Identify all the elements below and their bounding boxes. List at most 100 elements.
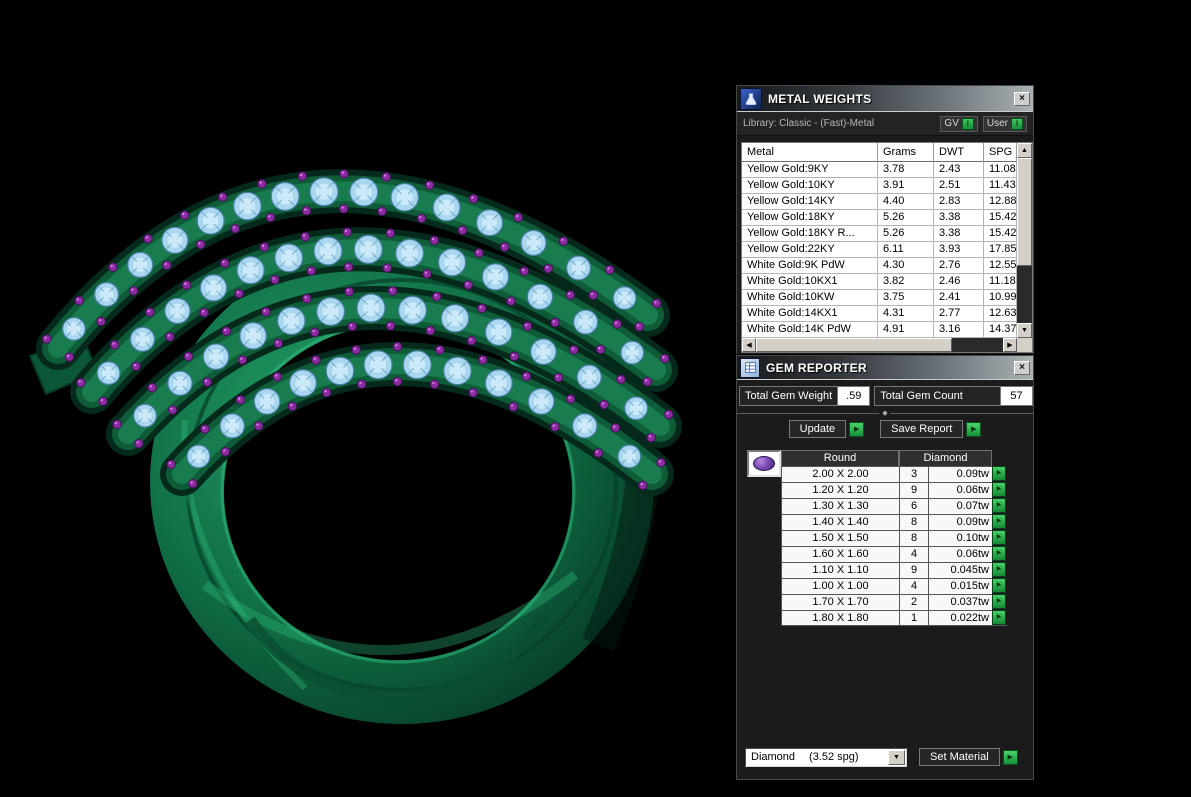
metal-table-row[interactable]: Yellow Gold:9KY 3.78 2.43 11.08	[742, 162, 1017, 178]
metal-cell-grams: 3.78	[878, 162, 934, 178]
gem-cell-count: 4	[899, 578, 928, 594]
gem-table-row[interactable]: 1.20 X 1.20 9 0.06tw ▶	[781, 482, 1007, 498]
dropdown-arrow-icon[interactable]: ▼	[888, 749, 905, 765]
gem-cell-weight: 0.09tw	[928, 466, 992, 482]
metal-table-row[interactable]: White Gold:10KW 3.75 2.41 10.99	[742, 290, 1017, 306]
gem-table-row[interactable]: 2.00 X 2.00 3 0.09tw ▶	[781, 466, 1007, 482]
metal-cell-dwt: 2.51	[934, 178, 984, 194]
gem-table-row[interactable]: 1.50 X 1.50 8 0.10tw ▶	[781, 530, 1007, 546]
divider-marker-icon: ◆	[879, 409, 891, 418]
gem-row-go-icon[interactable]: ▶	[992, 514, 1006, 529]
gv-label: GV	[944, 118, 959, 129]
gem-table-row[interactable]: 1.30 X 1.30 6 0.07tw ▶	[781, 498, 1007, 514]
metal-cell-dwt: 3.38	[934, 210, 984, 226]
metal-table-row[interactable]: White Gold:14K PdW 4.91 3.16 14.37	[742, 322, 1017, 338]
gem-cell-count: 8	[899, 530, 928, 546]
metal-table-row[interactable]: Yellow Gold:10KY 3.91 2.51 11.43	[742, 178, 1017, 194]
metal-weights-close-icon[interactable]: ×	[1014, 91, 1030, 106]
total-gem-count-field[interactable]: 57	[1001, 386, 1033, 406]
gem-row-go-icon[interactable]: ▶	[992, 498, 1006, 513]
metal-cell-dwt: 3.38	[934, 226, 984, 242]
total-gem-weight-field[interactable]: .59	[838, 386, 871, 406]
gem-reporter-close-icon[interactable]: ×	[1014, 360, 1030, 375]
gem-preview-icon	[747, 450, 781, 477]
metal-cell-metal: Yellow Gold:14KY	[742, 194, 878, 210]
gem-cell-size: 1.30 X 1.30	[781, 498, 899, 514]
metal-weights-titlebar[interactable]: METAL WEIGHTS ×	[737, 86, 1033, 112]
metal-cell-spg: 12.88	[984, 194, 1017, 210]
metal-cell-dwt: 2.83	[934, 194, 984, 210]
gem-table-row[interactable]: 1.00 X 1.00 4 0.015tw ▶	[781, 578, 1007, 594]
gv-toggle[interactable]: GV i	[940, 115, 978, 132]
metal-cell-grams: 5.26	[878, 226, 934, 242]
metal-cell-spg: 14.37	[984, 322, 1017, 338]
scrollbar-corner	[1017, 338, 1032, 352]
divider: ◆	[737, 409, 1033, 418]
metal-cell-metal: Yellow Gold:9KY	[742, 162, 878, 178]
metal-table-row[interactable]: Yellow Gold:22KY 6.11 3.93 17.85	[742, 242, 1017, 258]
gem-cell-count: 8	[899, 514, 928, 530]
metal-horizontal-scrollbar[interactable]: ◀ ▶	[742, 338, 1017, 352]
metal-cell-spg: 11.43	[984, 178, 1017, 194]
gem-table-row[interactable]: 1.40 X 1.40 8 0.09tw ▶	[781, 514, 1007, 530]
gem-table-row[interactable]: 1.10 X 1.10 9 0.045tw ▶	[781, 562, 1007, 578]
set-material-button[interactable]: Set Material	[919, 748, 1000, 766]
gem-cell-weight: 0.10tw	[928, 530, 992, 546]
material-dropdown-value: Diamond	[751, 751, 796, 763]
set-material-go-icon[interactable]: ▶	[1002, 749, 1018, 765]
gem-cell-weight: 0.06tw	[928, 546, 992, 562]
scroll-left-icon[interactable]: ◀	[742, 338, 756, 352]
metal-table-row[interactable]: White Gold:14KX1 4.31 2.77 12.63	[742, 306, 1017, 322]
scroll-down-icon[interactable]: ▼	[1017, 323, 1032, 338]
metal-cell-dwt: 2.43	[934, 162, 984, 178]
gem-row-go-icon[interactable]: ▶	[992, 610, 1006, 625]
ring-model	[28, 169, 682, 724]
gem-table: Round Diamond 2.00 X 2.00 3 0.09tw ▶ 1.20 X …	[781, 450, 1007, 626]
gem-row-go-icon[interactable]: ▶	[992, 466, 1006, 481]
gem-cell-weight: 0.022tw	[928, 610, 992, 626]
update-button[interactable]: Update	[788, 420, 847, 438]
metal-weights-panel: METAL WEIGHTS × Library: Classic - (Fast…	[736, 85, 1034, 358]
metal-cell-metal: Yellow Gold:18KY	[742, 210, 878, 226]
metal-table-row[interactable]: White Gold:9K PdW 4.30 2.76 12.55	[742, 258, 1017, 274]
gem-row-go-icon[interactable]: ▶	[992, 530, 1006, 545]
save-report-go-icon[interactable]: ▶	[966, 421, 982, 437]
vertical-scroll-thumb[interactable]	[1017, 158, 1032, 266]
save-report-button[interactable]: Save Report	[880, 420, 964, 438]
gem-table-row[interactable]: 1.70 X 1.70 2 0.037tw ▶	[781, 594, 1007, 610]
material-dropdown[interactable]: Diamond (3.52 spg) ▼	[745, 747, 907, 767]
gem-table-body: 2.00 X 2.00 3 0.09tw ▶ 1.20 X 1.20 9 0.06tw ▶ 1.…	[781, 466, 1007, 626]
metal-table-row[interactable]: Yellow Gold:14KY 4.40 2.83 12.88	[742, 194, 1017, 210]
gem-row-go-icon[interactable]: ▶	[992, 594, 1006, 609]
metal-cell-metal: White Gold:14K PdW	[742, 322, 878, 338]
metal-cell-grams: 3.75	[878, 290, 934, 306]
metal-cell-dwt: 2.41	[934, 290, 984, 306]
user-toggle[interactable]: User i	[982, 115, 1027, 132]
metal-cell-spg: 15.42	[984, 226, 1017, 242]
metal-vertical-scrollbar[interactable]: ▲ ▼	[1017, 143, 1032, 338]
gem-cell-size: 2.00 X 2.00	[781, 466, 899, 482]
metal-table-row[interactable]: Yellow Gold:18KY R... 5.26 3.38 15.42	[742, 226, 1017, 242]
gem-cell-size: 1.20 X 1.20	[781, 482, 899, 498]
grams-col-header: Grams	[878, 143, 934, 162]
gem-cell-weight: 0.09tw	[928, 514, 992, 530]
gem-table-row[interactable]: 1.60 X 1.60 4 0.06tw ▶	[781, 546, 1007, 562]
metal-cell-dwt: 3.16	[934, 322, 984, 338]
scroll-up-icon[interactable]: ▲	[1017, 143, 1032, 158]
gem-row-go-icon[interactable]: ▶	[992, 546, 1006, 561]
gem-table-row[interactable]: 1.80 X 1.80 1 0.022tw ▶	[781, 610, 1007, 626]
scroll-right-icon[interactable]: ▶	[1003, 338, 1017, 352]
viewport-3d[interactable]	[0, 0, 735, 797]
gem-row-go-icon[interactable]: ▶	[992, 562, 1006, 577]
gem-reporter-titlebar[interactable]: GEM REPORTER ×	[737, 356, 1033, 380]
spg-col-header: SPG	[984, 143, 1017, 162]
header-spacer	[992, 450, 1007, 466]
gem-row-go-icon[interactable]: ▶	[992, 482, 1006, 497]
metal-table-row[interactable]: White Gold:10KX1 3.82 2.46 11.18	[742, 274, 1017, 290]
gem-row-go-icon[interactable]: ▶	[992, 578, 1006, 593]
update-go-icon[interactable]: ▶	[849, 421, 865, 437]
metal-table-row[interactable]: Yellow Gold:18KY 5.26 3.38 15.42	[742, 210, 1017, 226]
horizontal-scroll-thumb[interactable]	[756, 338, 952, 352]
metal-library-bar: Library: Classic - (Fast)-Metal GV i Use…	[737, 112, 1033, 136]
gem-cell-weight: 0.015tw	[928, 578, 992, 594]
